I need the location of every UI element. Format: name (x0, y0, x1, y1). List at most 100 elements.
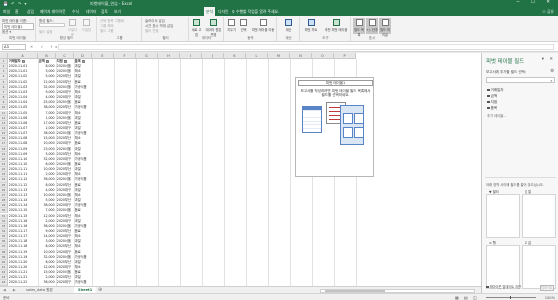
sheet-tabs-bar: ◀ ▶ sales_data 원본 Sheet1 ⊕ (0, 286, 481, 294)
column-header[interactable]: P (334, 53, 356, 59)
column-header[interactable]: I (180, 53, 202, 59)
group-pivot-table: 피벗 테이블 이름: 피벗 테이블1 옵션 ▾ 피벗 테이블 (0, 17, 36, 41)
group-label: 활성 필드 (59, 36, 74, 40)
clear-button[interactable]: 지우기 (226, 18, 237, 34)
group-field-button[interactable]: 필드 그룹 (100, 28, 114, 33)
pivot-table-illustration (302, 106, 322, 133)
values-area[interactable]: Σ 값 (522, 241, 556, 289)
chart-icon (307, 19, 315, 26)
drill-down-icon (69, 19, 76, 26)
formula-input[interactable] (58, 44, 554, 50)
window-controls[interactable]: ─ ☐ ✕ (517, 0, 555, 5)
drill-up-icon (83, 19, 90, 26)
table-cell[interactable]: 2020-11-22 (9, 280, 38, 285)
rows-area[interactable]: ≡ 행 (486, 241, 520, 289)
expand-buttons-toggle[interactable]: +/- 단추 (366, 18, 378, 34)
checkbox-icon[interactable] (486, 285, 489, 289)
tab-layout[interactable]: 페이지 레이아웃 (40, 9, 66, 15)
gear-icon[interactable]: ⚙ (550, 69, 554, 74)
select-button[interactable]: 선택 (238, 18, 249, 34)
tab-design[interactable]: 디자인 (218, 9, 228, 15)
table-cell[interactable]: 2020대구 (57, 280, 74, 285)
field-list-icon (355, 19, 363, 26)
filter-dropdown-icon[interactable]: ▾ (21, 59, 25, 63)
field-item[interactable]: 품목 (487, 106, 497, 111)
field-item[interactable]: 지점 (487, 100, 497, 105)
field-headers-toggle[interactable]: 필드 머리글 (379, 18, 391, 37)
column-header[interactable]: G (136, 53, 158, 59)
filter-dropdown-icon[interactable]: ▾ (81, 59, 85, 63)
select-icon (240, 19, 247, 26)
field-settings-button[interactable]: 필드 설정 (39, 29, 53, 34)
table-cell[interactable]: 가공식품 (75, 280, 92, 285)
change-source-button[interactable]: 데이터 원본 변경 (204, 18, 223, 37)
tab-file[interactable]: 파일 (3, 9, 10, 15)
pivot-table-placeholder[interactable]: 피벗 테이블1 보고서를 작성하려면 피벗 테이블 필드 목록에서 필드를 선택… (295, 77, 374, 177)
filter-dropdown-icon[interactable]: ▾ (63, 59, 67, 63)
sheet-nav-arrows[interactable]: ◀ ▶ (3, 288, 19, 292)
checkbox-icon[interactable] (487, 88, 490, 92)
view-switcher[interactable]: ▦ ▤ ◫ (455, 295, 479, 300)
share-button[interactable]: ⚇ 공유 (542, 9, 554, 15)
tab-formulas[interactable]: 수식 (72, 9, 79, 15)
tab-data[interactable]: 데이터 (86, 9, 96, 15)
pane-controls[interactable]: ▾ ✕ (542, 57, 555, 62)
tell-me-search[interactable]: ♀ 수행할 작업을 알려 주세요. (232, 9, 279, 15)
quick-access-toolbar[interactable]: 💾 ↶ ↷ ▾ (3, 1, 28, 6)
ribbon: 피벗 테이블 이름: 피벗 테이블1 옵션 ▾ 피벗 테이블 활성 필드: 필드… (0, 16, 558, 42)
field-search-input[interactable]: ⌕ (486, 77, 555, 83)
move-pivot-button[interactable]: 피벗 테이블 이동 (250, 18, 276, 34)
column-header[interactable]: K (224, 53, 246, 59)
tab-review[interactable]: 검토 (101, 9, 108, 15)
field-item[interactable]: 거래일자 (487, 88, 503, 93)
column-header[interactable]: F (114, 53, 136, 59)
zoom-slider[interactable] (486, 295, 536, 299)
checkbox-icon[interactable] (487, 106, 490, 110)
more-tables-link[interactable]: 추가 테이블... (487, 113, 506, 118)
filter-connections-button[interactable]: 필터 연결 (145, 28, 159, 33)
tab-view[interactable]: 보기 (114, 9, 121, 15)
column-header[interactable]: N (290, 53, 312, 59)
zoom-level[interactable]: 100% (545, 296, 555, 300)
tab-analyze[interactable]: 분석 (204, 7, 215, 16)
checkbox-icon[interactable] (487, 100, 490, 104)
ribbon-tabs: 파일 홈 삽입 페이지 레이아웃 수식 데이터 검토 보기 분석 디자인 ♀ 수… (0, 7, 558, 16)
tab-home[interactable]: 홈 (15, 9, 19, 15)
horizontal-scrollbar[interactable] (320, 288, 475, 293)
column-header[interactable]: O (312, 53, 334, 59)
tab-insert[interactable]: 삽입 (27, 9, 34, 15)
name-box[interactable]: A3 (2, 44, 26, 50)
column-header[interactable]: M (268, 53, 290, 59)
status-ready: 준비 (3, 295, 10, 300)
pivot-options-button[interactable]: 옵션 ▾ (2, 29, 11, 34)
group-data: 새로 고침 데이터 원본 변경 데이터 (190, 17, 224, 41)
formula-icons[interactable]: ✕ ✓ fx (30, 44, 60, 49)
checkbox-icon[interactable] (487, 94, 490, 98)
column-header[interactable]: L (246, 53, 268, 59)
drill-up-button[interactable]: 드릴업 (81, 18, 92, 34)
group-actions: 지우기 선택 피벗 테이블 이동 동작 (225, 17, 277, 41)
calculations-button[interactable]: 계산 (283, 18, 294, 34)
filter-area[interactable]: ▼ 필터 (486, 190, 520, 238)
worksheet-grid[interactable]: ABCDEFGHIJKLMNOP 거래일자 ▾ 금액 ▾ 지점 ▾ 품목 ▾ 2020-11-0… (0, 53, 481, 286)
table-cell[interactable]: 36,000 (39, 280, 56, 285)
pane-splitter[interactable] (485, 177, 556, 178)
group-filter: 슬라이서 삽입 시간 표시 막대 삽입 필터 연결 필터 (143, 17, 189, 41)
column-header[interactable]: H (158, 53, 180, 59)
column-header[interactable]: J (202, 53, 224, 59)
recommended-pivot-button[interactable]: 추천 피벗 테이블 (322, 18, 350, 34)
refresh-button[interactable]: 새로 고침 (191, 18, 202, 37)
row-header[interactable]: 44 (0, 280, 8, 286)
column-header[interactable]: E (92, 53, 114, 59)
update-button[interactable]: 업데이트 (540, 285, 554, 291)
drill-down-button[interactable]: 드릴다운 (67, 18, 78, 37)
pivot-chart-button[interactable]: 피벗 차트 (302, 18, 320, 34)
field-list-toggle[interactable]: 필드 목록 (353, 18, 365, 37)
header-text: 거래일자 (8, 59, 21, 63)
active-field-input[interactable] (39, 23, 65, 27)
defer-update-checkbox[interactable]: 레이아웃 업데이트 지연 (486, 284, 521, 289)
columns-area[interactable]: ║ 열 (522, 190, 556, 238)
filter-dropdown-icon[interactable]: ▾ (45, 59, 49, 63)
field-item[interactable]: 금액 (487, 94, 497, 99)
group-label: 데이터 (201, 36, 212, 40)
